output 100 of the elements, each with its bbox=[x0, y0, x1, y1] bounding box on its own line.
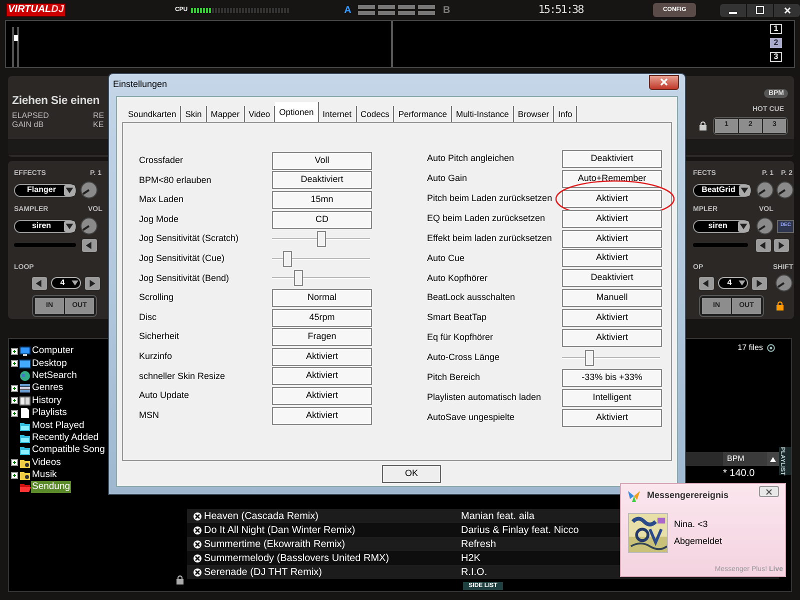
pitch-slider-icon[interactable] bbox=[12, 27, 20, 67]
knob[interactable] bbox=[756, 217, 774, 235]
slider[interactable] bbox=[272, 250, 370, 268]
setting-label: Playlisten automatisch laden bbox=[427, 390, 542, 404]
ok-button[interactable]: OK bbox=[382, 464, 441, 482]
status-icon bbox=[193, 526, 202, 534]
setting-button[interactable]: Aktiviert bbox=[562, 230, 662, 248]
setting-button[interactable]: Aktiviert bbox=[562, 190, 662, 208]
table-cell-text: Summermelody (Basslovers United RMX) bbox=[204, 552, 390, 566]
maximize-button[interactable] bbox=[747, 4, 773, 16]
knob[interactable] bbox=[776, 181, 794, 199]
status-icon bbox=[193, 540, 202, 548]
folder-item[interactable]: Videos bbox=[31, 456, 62, 469]
knob[interactable] bbox=[80, 181, 98, 199]
deck-a-label: A bbox=[344, 4, 352, 18]
folder-item[interactable]: Playlists bbox=[31, 407, 68, 420]
setting-button[interactable]: Aktiviert bbox=[562, 249, 662, 268]
loop-forward-button[interactable] bbox=[85, 276, 100, 290]
folder-item[interactable]: Sendung bbox=[31, 481, 72, 494]
setting-label: EQ beim Laden zurücksetzen bbox=[427, 212, 546, 225]
slider[interactable] bbox=[562, 348, 660, 367]
folder-item[interactable]: Most Played bbox=[31, 420, 86, 432]
scroll-up-button[interactable] bbox=[767, 452, 779, 466]
deck-number-button[interactable]: 1 bbox=[770, 24, 782, 34]
setting-button[interactable]: Voll bbox=[272, 152, 372, 170]
setting-button[interactable]: Auto+Remember bbox=[562, 170, 662, 188]
table-cell-text: Darius & Finlay feat. Nicco bbox=[461, 524, 579, 538]
expand-icon[interactable] bbox=[11, 360, 18, 368]
setting-button[interactable]: Fragen bbox=[272, 328, 372, 346]
folder-item[interactable]: History bbox=[31, 394, 63, 407]
loop-forward-button[interactable] bbox=[752, 276, 767, 290]
setting-button[interactable]: Aktiviert bbox=[562, 328, 662, 347]
setting-label: BeatLock ausschalten bbox=[427, 291, 516, 304]
setting-button[interactable]: Deaktiviert bbox=[272, 171, 372, 190]
sampler-forward-button[interactable] bbox=[774, 238, 789, 252]
folder-item[interactable]: NetSearch bbox=[31, 370, 78, 382]
setting-button[interactable]: Normal bbox=[272, 288, 372, 307]
effect-dropdown[interactable]: BeatGrid bbox=[693, 184, 751, 196]
setting-button[interactable]: Aktiviert bbox=[562, 408, 662, 427]
setting-label: BPM<80 erlauben bbox=[139, 174, 212, 187]
setting-button[interactable]: CD bbox=[272, 210, 372, 229]
setting-label: Disc bbox=[139, 310, 158, 324]
close-button[interactable] bbox=[649, 74, 679, 90]
effect-dropdown[interactable]: Flanger bbox=[14, 184, 76, 196]
setting-button[interactable]: Aktiviert bbox=[272, 406, 372, 425]
setting-button[interactable]: Aktiviert bbox=[562, 309, 662, 328]
setting-button[interactable]: Aktiviert bbox=[272, 367, 372, 386]
setting-button[interactable]: Aktiviert bbox=[562, 210, 662, 228]
folder-item[interactable]: Computer bbox=[31, 345, 75, 358]
folder-item[interactable]: Genres bbox=[31, 382, 64, 394]
knob[interactable] bbox=[80, 217, 98, 235]
setting-button[interactable]: -33% bis +33% bbox=[562, 368, 662, 387]
minimize-button[interactable] bbox=[720, 4, 746, 16]
expand-icon[interactable] bbox=[11, 397, 18, 404]
slider[interactable] bbox=[272, 269, 370, 288]
close-button[interactable] bbox=[774, 4, 800, 16]
setting-button[interactable]: Aktiviert bbox=[272, 348, 372, 366]
setting-button[interactable]: Deaktiviert bbox=[562, 150, 662, 168]
effect-dropdown[interactable]: siren bbox=[14, 220, 76, 232]
loop-back-button[interactable] bbox=[699, 276, 714, 290]
expand-icon[interactable] bbox=[11, 459, 18, 466]
folder-item[interactable]: Recently Added bbox=[31, 432, 100, 444]
options-icon[interactable] bbox=[767, 344, 775, 352]
notification-title: Messengerereignis bbox=[647, 489, 729, 502]
knob[interactable] bbox=[775, 274, 793, 292]
effect-dropdown[interactable]: siren bbox=[693, 220, 750, 232]
column-header[interactable]: BPM bbox=[723, 452, 767, 466]
clock: 15:51:38 bbox=[538, 2, 584, 18]
setting-button[interactable]: 45rpm bbox=[272, 308, 372, 327]
right-arrow-icon bbox=[754, 278, 765, 288]
expand-icon[interactable] bbox=[11, 472, 18, 479]
folder-item[interactable]: Compatible Song bbox=[31, 444, 106, 456]
deck-number-button[interactable]: 3 bbox=[770, 52, 782, 62]
setting-button[interactable]: 15mn bbox=[272, 190, 372, 209]
close-button[interactable] bbox=[759, 486, 779, 497]
expand-icon[interactable] bbox=[11, 348, 18, 355]
loop-back-button[interactable] bbox=[32, 276, 47, 290]
loop-dropdown[interactable]: 4 bbox=[718, 277, 748, 289]
setting-label: Kurzinfo bbox=[139, 350, 174, 363]
folder-item[interactable]: Desktop bbox=[31, 358, 68, 370]
setting-button[interactable]: Aktiviert bbox=[272, 386, 372, 405]
setting-button[interactable]: Manuell bbox=[562, 289, 662, 308]
status-icon bbox=[193, 554, 202, 562]
sampler-back-button[interactable] bbox=[82, 238, 97, 252]
sampler-back-button[interactable] bbox=[756, 238, 771, 252]
tab[interactable]: Optionen bbox=[275, 102, 319, 122]
setting-button[interactable]: Deaktiviert bbox=[562, 269, 662, 288]
table-cell-text: * 140.0 bbox=[723, 466, 756, 480]
setting-label: Auto Cue bbox=[427, 252, 466, 265]
setting-button[interactable]: Intelligent bbox=[562, 388, 662, 407]
table-cell-text: Serenade (DJ THT Remix) bbox=[204, 566, 323, 580]
setting-label: schneller Skin Resize bbox=[139, 370, 226, 383]
folder-item[interactable]: Musik bbox=[31, 469, 58, 482]
setting-label: AutoSave ungespielte bbox=[427, 410, 516, 424]
expand-icon[interactable] bbox=[11, 410, 18, 417]
loop-dropdown[interactable]: 4 bbox=[51, 277, 81, 289]
slider[interactable] bbox=[272, 230, 370, 248]
knob[interactable] bbox=[756, 181, 774, 199]
deck-number-button[interactable]: 2 bbox=[770, 38, 782, 48]
expand-icon[interactable] bbox=[11, 384, 18, 392]
